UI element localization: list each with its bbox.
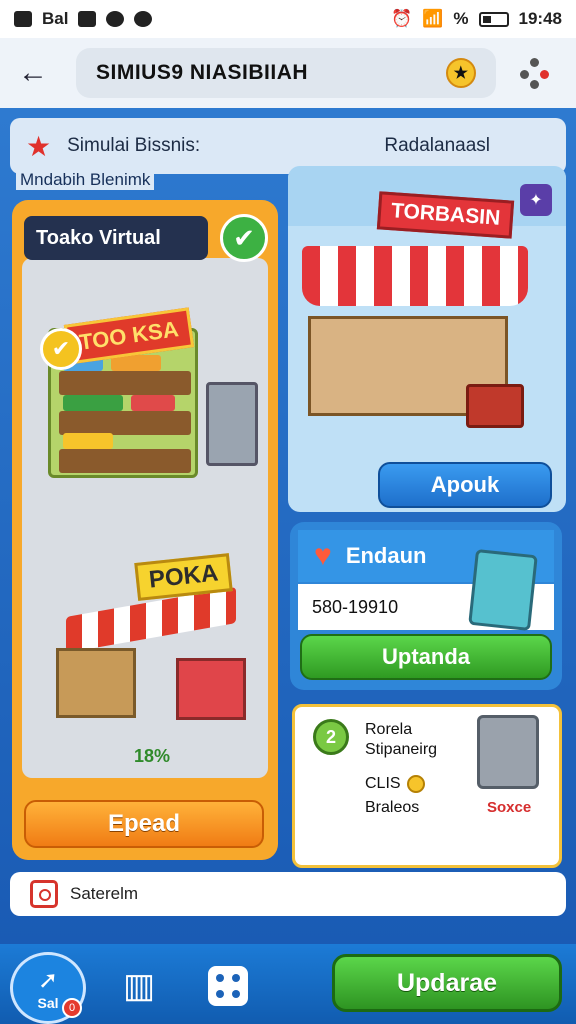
status-left-label: Bal [42,9,69,28]
wifi-icon: 📶 [422,9,444,28]
rocket-icon: ➚ [37,966,59,994]
expand-button[interactable]: Epead [24,800,264,848]
shop-sign: TORBASIN [376,191,515,239]
alarm-icon: ⏰ [391,9,413,28]
info-line-3: CLIS [365,775,425,793]
safe-icon [477,715,539,789]
arrow-left-icon[interactable]: ← [18,56,58,90]
progress-percent: 18% [134,746,171,766]
battery-icon [478,11,509,27]
heart-icon: ♥ [314,539,332,572]
dots-menu-icon[interactable] [520,58,550,89]
machine-icon [468,548,538,632]
main-panel: ★ Simulai Bissnis: Radalanaasl Mndabih B… [0,108,576,944]
earnings-title: Endaun [345,543,427,568]
store-name-tag: Toako Virtual [24,216,208,260]
earnings-card: ♥ Endaun 580-19910 Uptanda [290,522,562,690]
update-button[interactable]: Uptanda [300,634,552,680]
shop-badge-icon[interactable]: ✦ [520,184,552,216]
title-pill: SIMIUS9 NIASIBIIAH ★ [76,48,496,98]
search-field[interactable]: Saterelm [10,872,566,916]
shop-awning [302,246,528,306]
header-title: Simulai Bissnis: [67,135,201,156]
shop-button[interactable]: Apouk [378,462,552,508]
info-card[interactable]: 2 Rorela Stipaneirg CLIS Braleos Soxce [292,704,562,868]
star-badge-icon[interactable]: ★ [446,58,476,88]
subheading: Mndabih Blenimk [16,170,155,190]
info-red-label: Soxce [487,799,532,816]
store-scene: ✔ TOO KSA POKA 18% [22,258,268,778]
battery-label: % [453,9,469,28]
fridge-illustration [206,382,258,466]
info-line-4: Braleos [365,799,420,816]
notification-badge: 0 [62,998,82,1018]
shop-card[interactable]: ✦ TORBASIN Apouk [288,166,566,512]
status-bar: Bal ⏰ 📶 % 19:48 [0,0,576,38]
upgrade-button[interactable]: Updarae [332,954,562,1012]
shield-icon [106,11,125,27]
check-icon[interactable]: ✔ [220,214,268,262]
bottom-nav: ➚ Sal 0 ▥ Updarae [0,944,576,1024]
location-icon [78,11,97,27]
notification-icon [134,11,153,27]
star-icon: ★ [26,130,52,162]
info-line-1: Rorela [365,721,413,738]
dice-icon[interactable] [208,966,248,1006]
search-value: Saterelm [70,884,139,903]
search-icon [30,880,58,908]
app-bar: ← SIMIUS9 NIASIBIIAH ★ [0,38,576,108]
page-title: SIMIUS9 NIASIBIIAH [96,61,309,84]
mail-icon [14,11,32,27]
level-badge: 2 [313,719,349,755]
map-icon[interactable]: ▥ [118,966,160,1006]
header-right-label[interactable]: Radalanaasl [384,135,490,157]
info-line-3-text: CLIS [365,775,401,792]
cart-icon [466,384,524,428]
stall-illustration: POKA [46,553,256,728]
coin-icon [406,775,425,793]
store-card[interactable]: Toako Virtual ✔ ✔ TOO KSA POKA 18% Epead [12,200,278,860]
nav-home-label: Sal [37,994,59,1011]
clock: 19:48 [518,9,562,28]
info-line-2: Stipaneirg [365,741,438,758]
check-small-icon: ✔ [40,328,82,370]
